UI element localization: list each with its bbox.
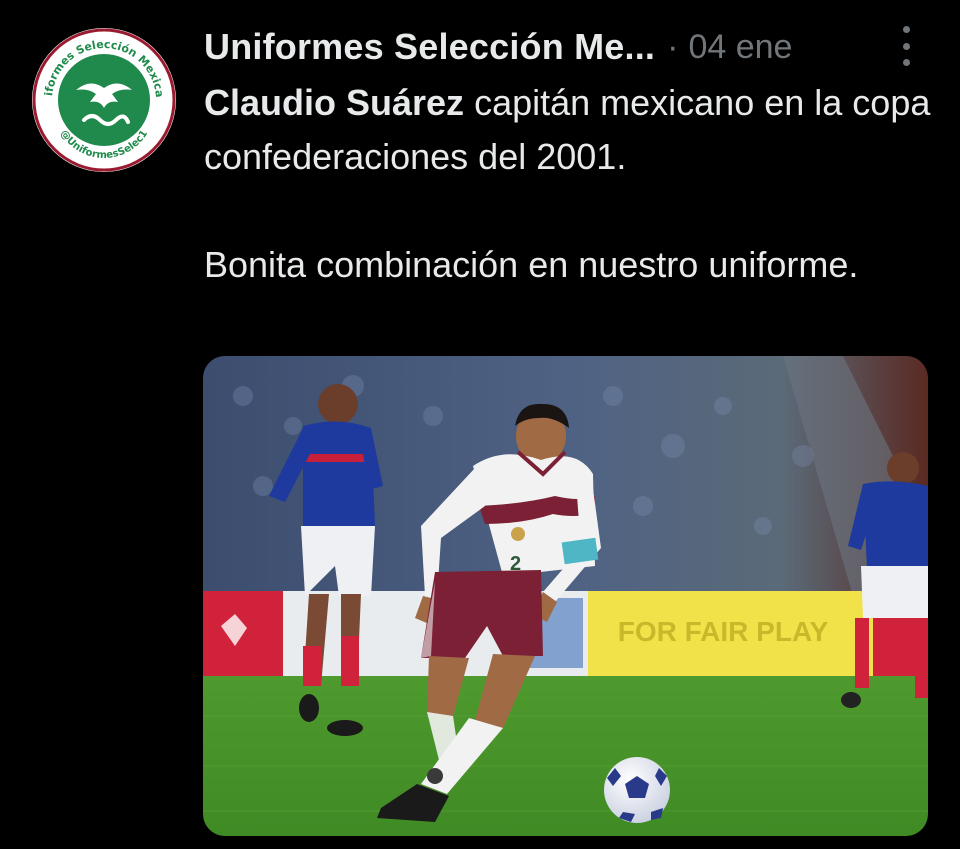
soccer-photo: FOR FAIR PLAY 2 [203,356,928,836]
avatar[interactable]: Uniformes Selección Mexicana @UniformesS… [32,28,176,172]
post-image[interactable]: FOR FAIR PLAY 2 [203,356,928,836]
more-vertical-icon[interactable] [896,26,916,66]
post-date[interactable]: 04 ene [688,28,792,67]
post-paragraph-1: Claudio Suárez capitán mexicano en la co… [204,76,934,184]
author-name[interactable]: Uniformes Selección Me... [204,26,655,68]
post-text: Claudio Suárez capitán mexicano en la co… [204,76,934,292]
post-header: Uniformes Selección Me... · 04 ene [204,24,934,70]
soccer-ball [604,757,670,823]
header-separator: · [667,27,679,66]
mention-link[interactable]: Claudio Suárez [204,82,464,123]
post-paragraph-2: Bonita combinación en nuestro uniforme. [204,244,859,285]
ad-board-text: FOR FAIR PLAY [618,616,829,647]
avatar-logo: Uniformes Selección Mexicana @UniformesS… [32,28,176,172]
